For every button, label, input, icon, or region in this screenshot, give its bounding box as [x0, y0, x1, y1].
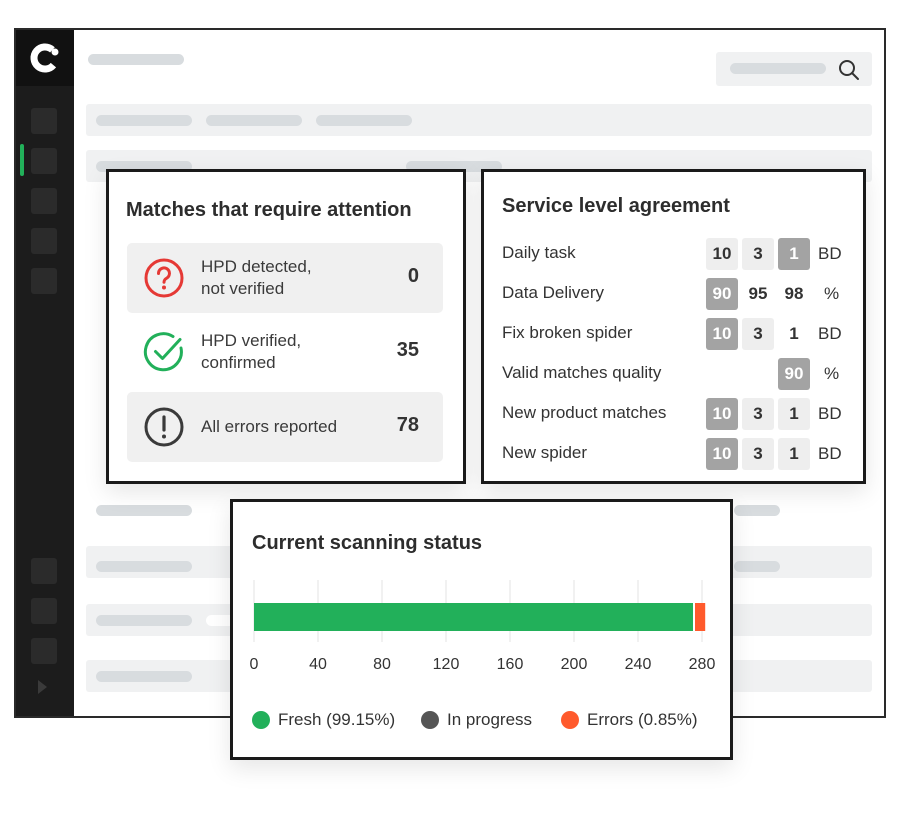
sla-row-label: Daily task	[502, 243, 576, 262]
search-input[interactable]	[716, 52, 872, 86]
x-tick-label: 280	[688, 656, 716, 673]
sla-value: 90	[778, 358, 810, 390]
x-tick-label: 200	[560, 656, 588, 673]
match-label: All errors reported	[201, 417, 338, 436]
search-placeholder	[730, 63, 826, 74]
x-tick-label: 80	[373, 656, 391, 673]
sla-value: 3	[742, 318, 774, 350]
sla-row-label: Data Delivery	[502, 283, 605, 302]
match-label: confirmed	[201, 353, 276, 372]
sla-row-label: New product matches	[502, 403, 667, 422]
sla-row-label: Fix broken spider	[502, 323, 633, 342]
filter-placeholder[interactable]	[96, 115, 192, 126]
sla-value: 3	[742, 238, 774, 270]
sla-value: 10	[706, 318, 738, 350]
match-label: not verified	[201, 279, 285, 298]
sla-unit: BD	[818, 324, 842, 343]
sla-card-title: Service level agreement	[502, 195, 730, 217]
filter-placeholder[interactable]	[206, 115, 302, 126]
sla-value: 1	[778, 238, 810, 270]
sla-value: 98	[784, 284, 804, 303]
sla-value: 95	[748, 284, 768, 303]
cell-placeholder	[734, 505, 780, 516]
sla-row-label: New spider	[502, 443, 588, 462]
legend-label: Fresh (99.15%)	[278, 710, 396, 729]
sla-value: 10	[706, 398, 738, 430]
sidebar-item[interactable]	[31, 188, 57, 214]
x-tick-label: 160	[496, 656, 524, 673]
sla-value: 90	[706, 278, 738, 310]
legend-label: In progress	[447, 710, 533, 729]
sla-value: 3	[742, 398, 774, 430]
legend-dot	[252, 711, 270, 729]
matches-card-title: Matches that require attention	[126, 199, 412, 221]
sla-row-label: Valid matches quality	[502, 363, 662, 382]
filter-placeholder[interactable]	[316, 115, 412, 126]
sla-value: 3	[742, 438, 774, 470]
exclamation-circle-icon	[144, 407, 184, 447]
sla-unit: %	[824, 284, 840, 303]
match-count: 0	[407, 265, 419, 287]
sla-unit: BD	[818, 404, 842, 423]
matches-card: Matches that require attention HPD detec…	[106, 169, 466, 484]
bar-segment-fresh[interactable]	[254, 603, 694, 631]
sla-value: 1	[778, 438, 810, 470]
sla-card: Service level agreement Daily task 10 3 …	[481, 169, 866, 484]
sidebar-item[interactable]	[31, 268, 57, 294]
legend-dot	[421, 711, 439, 729]
sidebar-item[interactable]	[31, 148, 57, 174]
logo[interactable]	[16, 30, 74, 86]
x-tick-label: 120	[432, 656, 460, 673]
match-row-errors[interactable]: All errors reported 78	[127, 392, 443, 462]
match-row-hpd-verified[interactable]: HPD verified, confirmed 35	[127, 317, 443, 387]
sidebar-item[interactable]	[31, 228, 57, 254]
check-circle-icon	[143, 332, 183, 372]
bar-segment-errors[interactable]	[694, 603, 706, 631]
sla-value: 1	[778, 398, 810, 430]
filter-bar	[86, 104, 872, 136]
question-circle-icon	[144, 258, 184, 298]
legend-fresh: Fresh (99.15%)	[252, 710, 395, 730]
sidebar-expand-icon[interactable]	[38, 680, 47, 694]
sidebar-item[interactable]	[31, 638, 57, 664]
cell-placeholder	[96, 615, 192, 626]
sla-value: 10	[706, 438, 738, 470]
sla-unit: %	[824, 364, 840, 383]
scan-card: Current scanning status 0 40 80 120 160 200 24…	[230, 499, 733, 760]
sla-unit: BD	[818, 244, 842, 263]
legend-in-progress: In progress	[421, 710, 532, 730]
x-tick-label: 0	[249, 656, 259, 673]
match-count: 35	[396, 339, 419, 361]
logo-icon	[30, 43, 60, 73]
sidebar-active-indicator	[20, 144, 24, 176]
sidebar-item[interactable]	[31, 108, 57, 134]
cell-placeholder	[734, 561, 780, 572]
x-tick-label: 40	[309, 656, 327, 673]
legend-dot	[561, 711, 579, 729]
legend-label: Errors (0.85%)	[587, 710, 698, 729]
page-title-placeholder	[88, 54, 184, 65]
sla-unit: BD	[818, 444, 842, 463]
sidebar	[16, 30, 74, 716]
legend-errors: Errors (0.85%)	[561, 710, 698, 730]
sla-value: 1	[789, 324, 799, 343]
sla-value: 10	[706, 238, 738, 270]
match-row-hpd-detected[interactable]: HPD detected, not verified 0	[127, 243, 443, 313]
x-tick-label: 240	[624, 656, 652, 673]
match-count: 78	[396, 414, 419, 436]
match-label: HPD verified,	[201, 331, 302, 350]
sidebar-item[interactable]	[31, 598, 57, 624]
sidebar-item[interactable]	[31, 558, 57, 584]
cell-placeholder	[96, 561, 192, 572]
cell-placeholder	[96, 505, 192, 516]
cell-placeholder	[96, 671, 192, 682]
search-icon[interactable]	[838, 59, 860, 81]
match-label: HPD detected,	[201, 257, 312, 276]
